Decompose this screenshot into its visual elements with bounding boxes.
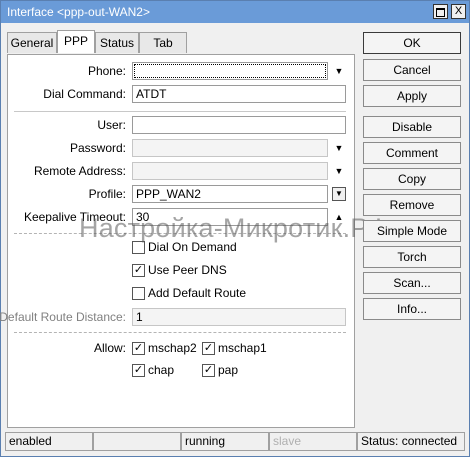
default-route-distance-input[interactable]: 1: [132, 308, 346, 326]
password-label: Password:: [69, 141, 126, 155]
allow-pap-label: pap: [218, 363, 239, 377]
password-collapse-icon[interactable]: ▼: [333, 142, 345, 154]
allow-label: Allow:: [93, 341, 126, 355]
comment-button[interactable]: Comment: [363, 142, 461, 164]
info-button[interactable]: Info...: [363, 298, 461, 320]
profile-label: Profile:: [88, 187, 126, 201]
status-cell-empty: [93, 432, 181, 451]
profile-select[interactable]: PPP_WAN2: [132, 185, 328, 203]
close-button[interactable]: X: [451, 4, 466, 19]
simple-mode-button[interactable]: Simple Mode: [363, 220, 461, 242]
scan-button[interactable]: Scan...: [363, 272, 461, 294]
allow-mschap1-label: mschap1: [218, 341, 267, 355]
tab-ppp[interactable]: PPP: [57, 30, 95, 53]
interface-window: Interface <ppp-out-WAN2> X General PPP S…: [0, 0, 470, 457]
user-label: User:: [97, 118, 126, 132]
phone-collapse-icon[interactable]: ▼: [333, 65, 345, 77]
tab-general[interactable]: General: [7, 32, 57, 53]
watermark-text: Настройка-Микротик.РФ: [79, 213, 389, 243]
disable-button[interactable]: Disable: [363, 116, 461, 138]
copy-button[interactable]: Copy: [363, 168, 461, 190]
remote-address-label: Remote Address:: [33, 164, 126, 178]
status-connection: Status: connected: [357, 432, 465, 451]
status-enabled: enabled: [5, 432, 93, 451]
dial-command-input[interactable]: ATDT: [132, 85, 346, 103]
close-icon: X: [454, 5, 463, 17]
remove-button[interactable]: Remove: [363, 194, 461, 216]
phone-input[interactable]: [132, 62, 328, 80]
torch-button[interactable]: Torch: [363, 246, 461, 268]
separator-dashed: [14, 332, 346, 333]
remote-address-collapse-icon[interactable]: ▼: [333, 165, 345, 177]
add-default-route-label: Add Default Route: [148, 286, 247, 300]
ok-button[interactable]: OK: [363, 32, 461, 54]
add-default-route-checkbox[interactable]: [132, 287, 145, 300]
remote-address-input[interactable]: [132, 162, 328, 180]
maximize-button[interactable]: [433, 4, 448, 19]
allow-pap-checkbox[interactable]: ✓: [202, 364, 215, 377]
apply-button[interactable]: Apply: [363, 85, 461, 107]
allow-chap-label: chap: [148, 363, 175, 377]
allow-chap-checkbox[interactable]: ✓: [132, 364, 145, 377]
window-title: Interface <ppp-out-WAN2>: [7, 5, 150, 19]
allow-mschap1-checkbox[interactable]: ✓: [202, 342, 215, 355]
dial-command-label: Dial Command:: [43, 87, 126, 101]
allow-mschap2-checkbox[interactable]: ✓: [132, 342, 145, 355]
status-running: running: [181, 432, 269, 451]
status-slave: slave: [269, 432, 357, 451]
separator: [14, 111, 346, 112]
tab-status[interactable]: Status: [95, 32, 139, 53]
allow-mschap2-label: mschap2: [148, 341, 197, 355]
user-input[interactable]: [132, 116, 346, 134]
use-peer-dns-label: Use Peer DNS: [148, 263, 227, 277]
profile-dropdown-icon[interactable]: ▼: [332, 187, 346, 201]
phone-label: Phone:: [87, 64, 126, 78]
use-peer-dns-checkbox[interactable]: ✓: [132, 264, 145, 277]
title-bar[interactable]: Interface <ppp-out-WAN2> X: [1, 1, 469, 23]
default-route-distance-label: Default Route Distance:: [0, 310, 126, 324]
status-bar: enabled running slave Status: connected: [3, 432, 467, 452]
maximize-icon: [436, 8, 445, 17]
cancel-button[interactable]: Cancel: [363, 59, 461, 81]
password-input[interactable]: [132, 139, 328, 157]
tab-tab[interactable]: Tab: [139, 32, 187, 53]
